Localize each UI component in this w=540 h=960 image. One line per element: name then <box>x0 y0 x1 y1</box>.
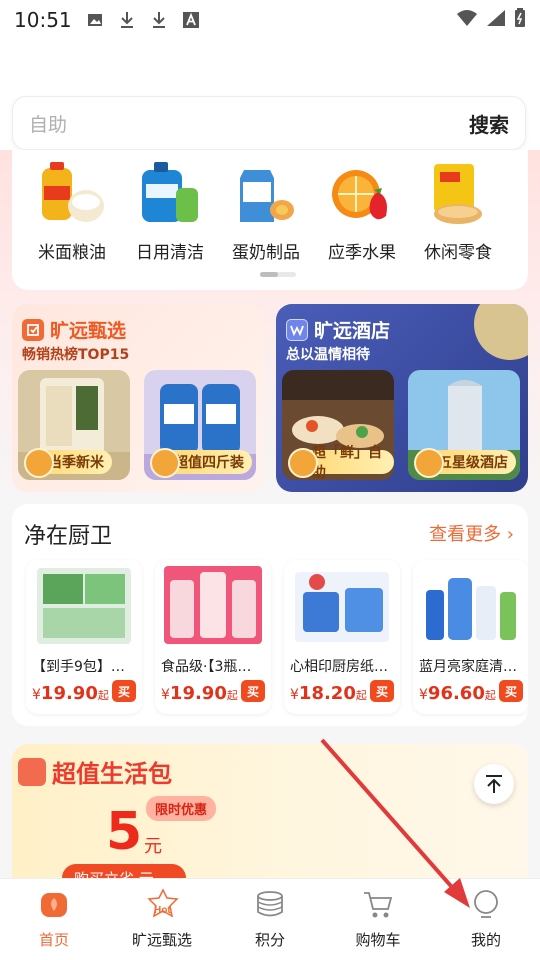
fruit-icon <box>326 158 398 230</box>
life-pack-amount: 5 <box>106 802 143 862</box>
cart-icon <box>361 887 395 921</box>
category-scroll-indicator <box>260 272 296 277</box>
category-item-grain-oil[interactable]: 米面粮油 <box>24 158 120 263</box>
product-image <box>413 560 528 650</box>
download-icon <box>118 11 136 29</box>
buy-button[interactable]: 买 <box>499 680 523 702</box>
tab-label: 购物车 <box>355 931 401 949</box>
promo-title: 旷远酒店 <box>314 320 391 342</box>
section-title: 净在厨卫 <box>24 524 113 549</box>
product-image <box>155 560 271 650</box>
moon-decoration <box>474 304 528 360</box>
promo-selection-card[interactable]: 旷远甄选 畅销热榜TOP15 当季新米 超值四斤装 <box>12 304 264 492</box>
tab-home[interactable]: 首页 <box>0 887 108 950</box>
category-label: 休闲零食 <box>424 243 492 263</box>
life-pack-title: 超值生活包 <box>52 760 172 788</box>
product-price: ¥19.90起 <box>32 683 109 704</box>
promo-subtitle: 总以温情相待 <box>286 347 370 363</box>
selection-logo-icon <box>22 318 44 341</box>
search-bar[interactable]: 自助 搜索 <box>12 96 526 150</box>
promo-tile-tag: 超「鲜」自助 <box>288 445 394 480</box>
svg-text:Hot: Hot <box>154 905 171 916</box>
signal-icon <box>486 9 506 31</box>
category-label: 蛋奶制品 <box>232 243 300 263</box>
font-a-icon <box>182 11 200 29</box>
product-price: ¥19.90起 <box>161 683 238 704</box>
category-label: 米面粮油 <box>38 243 106 263</box>
promo-tile-tag: 超值四斤装 <box>150 448 252 478</box>
buy-button[interactable]: 买 <box>112 680 136 702</box>
buy-button[interactable]: 买 <box>370 680 394 702</box>
tab-label: 积分 <box>254 931 285 949</box>
milk-egg-icon <box>230 158 302 230</box>
search-button[interactable]: 搜索 <box>469 109 509 138</box>
promo-tile-tag: 当季新米 <box>24 448 112 478</box>
product-name: 蓝月亮家庭清… <box>419 659 517 675</box>
hotel-logo-icon <box>286 318 308 341</box>
home-icon <box>37 887 71 921</box>
category-item-snacks[interactable]: 休闲零食 <box>410 158 506 263</box>
product-card[interactable]: 【到手9包】… ¥19.90起 买 <box>26 560 142 714</box>
category-item-partial[interactable]: 影 <box>506 158 528 263</box>
tab-label: 首页 <box>38 931 69 949</box>
partial-category-icon <box>518 158 528 230</box>
promo-subtitle: 畅销热榜TOP15 <box>22 347 130 363</box>
snack-icon <box>422 158 494 230</box>
life-pack-banner[interactable]: 超值生活包 5 元 限时优惠 购买立省 元 <box>12 744 528 884</box>
back-to-top-button[interactable] <box>474 764 514 804</box>
arrow-up-icon <box>486 775 502 793</box>
hot-icon: Hot <box>145 887 179 921</box>
life-pack-unit: 元 <box>144 836 162 857</box>
product-card[interactable]: 食品级·【3瓶… ¥19.90起 买 <box>155 560 271 714</box>
image-notification-icon <box>86 11 104 29</box>
promo-tile-five-star[interactable]: 五星级酒店 <box>408 370 520 480</box>
product-card[interactable]: 心相印厨房纸… ¥18.20起 买 <box>284 560 400 714</box>
battery-icon <box>514 8 526 32</box>
product-name: 食品级·【3瓶… <box>161 659 252 675</box>
wifi-icon <box>456 9 478 31</box>
download-icon <box>150 11 168 29</box>
product-name: 心相印厨房纸… <box>290 659 388 675</box>
promo-tile-tag: 五星级酒店 <box>414 448 516 478</box>
tab-cart[interactable]: 购物车 <box>324 887 432 950</box>
status-time: 10:51 <box>14 8 72 32</box>
coins-icon <box>253 887 287 921</box>
category-card: 米面粮油 日用清洁 蛋奶制品 应季水果 休闲零食 影 <box>12 150 528 290</box>
tab-label: 我的 <box>470 931 501 949</box>
promo-tile-buffet[interactable]: 超「鲜」自助 <box>282 370 394 480</box>
gift-pack-icon <box>18 758 46 786</box>
category-label: 日用清洁 <box>136 243 204 263</box>
status-bar: 10:51 <box>0 0 540 40</box>
detergent-icon <box>134 158 206 230</box>
category-label: 应季水果 <box>328 243 396 263</box>
kitchen-bath-section: 净在厨卫 查看更多 › 【到手9包】… ¥19.90起 买 食品级·【3瓶… ¥… <box>12 504 528 726</box>
product-price: ¥96.60起 <box>419 683 496 704</box>
tab-selection[interactable]: Hot 旷远甄选 <box>108 887 216 950</box>
promo-title: 旷远甄选 <box>50 320 127 342</box>
tab-profile[interactable]: 我的 <box>432 887 540 950</box>
product-image <box>284 560 400 650</box>
product-card[interactable]: 蓝月亮家庭清… ¥96.60起 买 <box>413 560 528 714</box>
search-input[interactable]: 自助 <box>29 110 469 137</box>
bottom-tab-bar: 首页 Hot 旷远甄选 积分 购物车 我的 <box>0 878 540 960</box>
category-item-cleaning[interactable]: 日用清洁 <box>122 158 218 263</box>
see-more-link[interactable]: 查看更多 › <box>429 520 514 546</box>
buy-button[interactable]: 买 <box>241 680 265 702</box>
promo-hotel-card[interactable]: 旷远酒店 总以温情相待 超「鲜」自助 五星级酒店 <box>276 304 528 492</box>
category-item-fruit[interactable]: 应季水果 <box>314 158 410 263</box>
product-image <box>26 560 142 650</box>
category-label: 影 <box>506 238 528 263</box>
category-item-dairy[interactable]: 蛋奶制品 <box>218 158 314 263</box>
tab-label: 旷远甄选 <box>131 931 192 949</box>
promo-tile-new-rice[interactable]: 当季新米 <box>18 370 130 480</box>
product-price: ¥18.20起 <box>290 683 367 704</box>
profile-icon <box>469 887 503 921</box>
oil-rice-icon <box>36 158 108 230</box>
limited-offer-badge: 限时优惠 <box>146 796 217 821</box>
promo-tile-value-pack[interactable]: 超值四斤装 <box>144 370 256 480</box>
product-name: 【到手9包】… <box>32 659 125 675</box>
tab-points[interactable]: 积分 <box>216 887 324 950</box>
